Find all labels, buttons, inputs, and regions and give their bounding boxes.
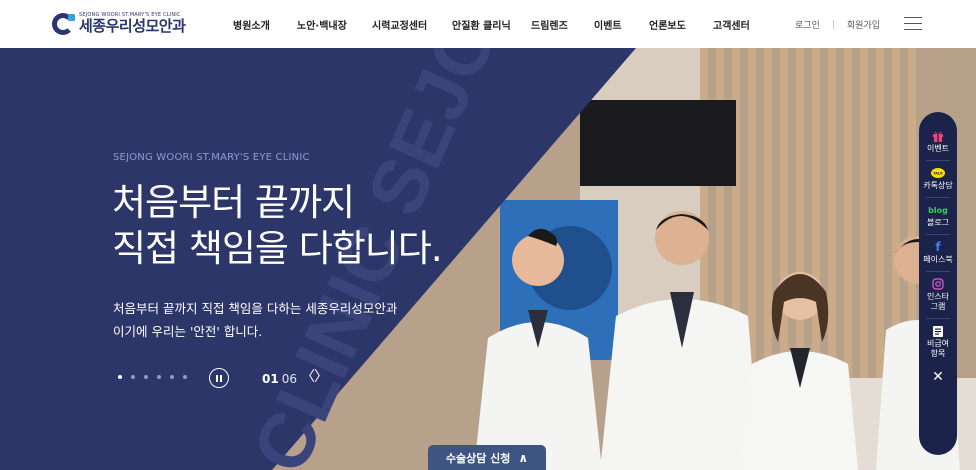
logo-title: 세종우리성모안과: [79, 17, 186, 35]
slide-dots: [118, 375, 196, 379]
next-arrow-icon[interactable]: 〉: [314, 370, 328, 384]
nav-item-press[interactable]: 언론보도: [649, 17, 686, 32]
slide-dot[interactable]: [144, 375, 148, 379]
hero-eyebrow: SEJONG WOORI ST.MARY'S EYE CLINIC: [113, 152, 310, 163]
chevron-up-icon: ∧: [518, 450, 529, 465]
quick-label: 카톡상담: [923, 181, 953, 190]
quick-label: 인스타 그램: [926, 292, 950, 311]
quick-item-facebook[interactable]: f 페이스북: [919, 240, 957, 265]
slide-dot[interactable]: [170, 375, 174, 379]
prev-arrow-icon[interactable]: 〈: [301, 370, 315, 384]
facebook-icon: f: [935, 240, 941, 254]
slide-counter: 01 06: [262, 372, 297, 386]
blog-icon: blog: [928, 205, 948, 215]
nav-item-presbyopia-cataract[interactable]: 노안·백내장: [297, 17, 347, 32]
slide-dot[interactable]: [157, 375, 161, 379]
util-links: 로그인 | 회원가입: [795, 18, 880, 32]
quick-item-kakao[interactable]: TALK 카톡상담: [919, 167, 957, 191]
close-icon[interactable]: ✕: [932, 369, 944, 385]
nav-item-event[interactable]: 이벤트: [594, 17, 622, 32]
consult-request-button[interactable]: 수술상담 신청 ∧: [428, 445, 546, 470]
gift-icon: [931, 130, 945, 142]
hero-headline: 처음부터 끝까지 직접 책임을 다합니다.: [112, 181, 443, 270]
site-header: SEJONG WOORI ST.MARY'S EYE CLINIC 세종우리성모…: [0, 0, 976, 48]
svg-text:TALK: TALK: [933, 171, 943, 175]
slide-dot[interactable]: [131, 375, 135, 379]
nav-item-vision-correction[interactable]: 시력교정센터: [372, 17, 427, 32]
nav-item-customer-center[interactable]: 고객센터: [713, 17, 750, 32]
quick-divider: [926, 197, 950, 198]
signup-link[interactable]: 회원가입: [847, 18, 880, 31]
slide-dot[interactable]: [183, 375, 187, 379]
slide-current: 01: [262, 372, 279, 386]
quick-divider: [926, 271, 950, 272]
quick-label: 이벤트: [926, 144, 950, 153]
logo-mark-icon: [52, 12, 75, 35]
instagram-icon: [931, 278, 945, 290]
quick-divider: [926, 318, 950, 319]
nav-item-dream-lens[interactable]: 드림렌즈: [531, 17, 568, 32]
quick-item-event[interactable]: 이벤트: [919, 130, 957, 154]
hero-slider: CLINIC SEJONG SEJONG WOORI ST.MARY'S EYE…: [0, 48, 976, 470]
quick-label: 페이스북: [923, 255, 953, 264]
nav-item-eye-disease[interactable]: 안질환 클리닉: [452, 17, 511, 32]
slide-total: 06: [281, 372, 297, 386]
logo-text: SEJONG WOORI ST.MARY'S EYE CLINIC 세종우리성모…: [79, 12, 186, 35]
quick-divider: [926, 160, 950, 161]
kakao-icon: TALK: [931, 167, 945, 179]
logo[interactable]: SEJONG WOORI ST.MARY'S EYE CLINIC 세종우리성모…: [52, 12, 186, 35]
quick-menu: 이벤트 TALK 카톡상담 blog 블로그 f 페이스북 인스타 그램 비급여…: [919, 112, 957, 455]
consult-label: 수술상담 신청: [445, 451, 511, 465]
quick-label: 비급여 항목: [926, 339, 950, 358]
login-link[interactable]: 로그인: [795, 18, 820, 31]
quick-divider: [926, 234, 950, 235]
quick-item-blog[interactable]: blog 블로그: [919, 204, 957, 228]
quick-label: 블로그: [926, 218, 950, 227]
util-divider: |: [831, 19, 835, 30]
nav-item-about[interactable]: 병원소개: [233, 17, 270, 32]
quick-item-price-list[interactable]: 비급여 항목: [919, 325, 957, 359]
price-list-icon: [931, 325, 945, 337]
pause-icon[interactable]: [209, 368, 229, 388]
quick-item-instagram[interactable]: 인스타 그램: [919, 278, 957, 312]
slide-dot[interactable]: [118, 375, 122, 379]
menu-icon[interactable]: [904, 17, 922, 30]
hero-description: 처음부터 끝까지 직접 책임을 다하는 세종우리성모안과 이기에 우리는 '안전…: [113, 301, 398, 339]
